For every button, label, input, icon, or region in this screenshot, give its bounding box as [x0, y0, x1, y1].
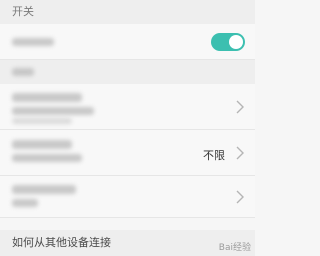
- nav-row-1-detail-obscured: [12, 118, 72, 124]
- nav-row-1[interactable]: [0, 84, 255, 130]
- chevron-right-icon: [236, 100, 244, 114]
- chevron-right-icon: [236, 146, 244, 160]
- section-header-other-devices-label: 如何从其他设备连接: [12, 236, 111, 249]
- toggle-switch-knob: [229, 35, 243, 49]
- toggle-row[interactable]: [0, 24, 255, 60]
- section-header-devices: [0, 60, 255, 84]
- nav-row-3[interactable]: [0, 176, 255, 218]
- section-header-devices-obscured: [12, 68, 34, 76]
- chevron-right-icon: [236, 190, 244, 204]
- nav-row-3-title-obscured: [12, 185, 76, 194]
- toggle-switch[interactable]: [211, 33, 245, 51]
- baidu-jingyan-watermark: Bai经验: [218, 243, 251, 253]
- nav-row-2[interactable]: 不限: [0, 130, 255, 176]
- nav-row-2-subtitle-obscured: [12, 154, 82, 162]
- nav-row-1-subtitle-obscured: [12, 107, 94, 115]
- nav-row-2-value: 不限: [203, 149, 225, 162]
- section-header-other-devices: 如何从其他设备连接 Bai经验: [0, 230, 255, 256]
- nav-row-1-title-obscured: [12, 93, 82, 102]
- section-header-switch-label: 开关: [12, 5, 34, 18]
- section-header-switch: 开关: [0, 0, 255, 24]
- toggle-row-label-obscured: [12, 38, 54, 46]
- nav-row-2-title-obscured: [12, 140, 72, 149]
- nav-row-3-subtitle-obscured: [12, 199, 38, 207]
